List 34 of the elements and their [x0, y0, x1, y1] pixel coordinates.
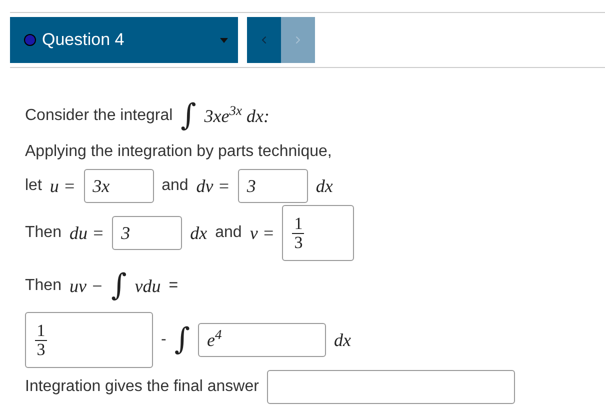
math-expression: v = [250, 222, 274, 244]
question-text: let [25, 176, 42, 196]
question-dropdown[interactable]: Question 4 [10, 17, 238, 63]
answer-field[interactable]: 3x [84, 169, 154, 203]
question-text: and [215, 223, 242, 243]
math-expression: du = [69, 222, 104, 244]
answer-field[interactable]: 3 [112, 216, 182, 250]
question-text: - [161, 330, 166, 350]
math-expression: dx [316, 174, 333, 198]
math-expression: u = [50, 174, 76, 198]
caret-icon [220, 38, 228, 42]
math-expression: vdu [134, 274, 161, 298]
answer-field[interactable]: 1 3 [25, 312, 153, 368]
question-text: Integration gives the final answer [25, 377, 259, 397]
answer-field[interactable]: e$^{4}$ [198, 323, 326, 357]
math-expression: dv = [196, 174, 230, 198]
question-text: and [162, 176, 188, 196]
answer-field[interactable]: 3 [238, 169, 308, 203]
math-expression: 3xe$^{3x}$ dx: [204, 102, 270, 128]
math-expression: dx [190, 222, 208, 244]
math-expression: dx [334, 328, 351, 352]
integral-sign: ∫ [180, 101, 196, 131]
math-expression: uv − [69, 274, 104, 298]
previous-button[interactable] [247, 17, 281, 63]
question-text: = [168, 276, 178, 296]
answer-field[interactable] [266, 370, 515, 404]
question-text: Then [25, 276, 62, 296]
question-text: Applying the integration by parts technique, [25, 142, 332, 162]
answer-field[interactable]: 1 3 [282, 205, 354, 261]
integral-sign: ∫ [174, 325, 190, 355]
question-text: Then [25, 223, 62, 243]
question-label: Question 4 [42, 29, 126, 52]
question-text: Consider the integral [25, 106, 173, 126]
integral-sign: ∫ [111, 271, 127, 301]
